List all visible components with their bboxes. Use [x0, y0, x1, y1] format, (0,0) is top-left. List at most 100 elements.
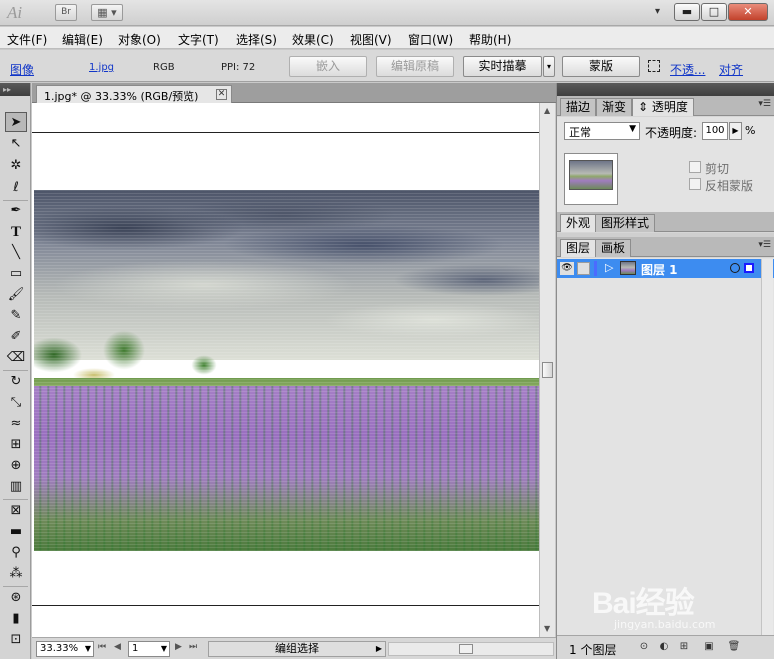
tools-panel-grip[interactable]: ▸▸ — [0, 83, 30, 96]
menu-file[interactable]: 文件(F) — [7, 31, 47, 48]
menu-select[interactable]: 选择(S) — [236, 31, 277, 48]
tab-layers[interactable]: 图层 — [560, 239, 597, 257]
layer-selection-indicator[interactable] — [744, 263, 754, 273]
current-tool-label: 编组选择 — [275, 642, 319, 655]
symbol-sprayer-tool-icon[interactable]: ⊛ — [5, 588, 27, 608]
type-tool-icon[interactable]: T — [5, 222, 27, 242]
new-sublayer-icon[interactable]: ⊞ — [677, 640, 691, 654]
scroll-up-icon[interactable]: ▲ — [544, 106, 550, 115]
expand-triangle-icon[interactable]: ▷ — [605, 261, 613, 274]
tab-transparency[interactable]: ⇕ 透明度 — [632, 98, 694, 116]
blend-mode-select[interactable]: 正常 ▼ — [564, 122, 640, 140]
artboard-canvas[interactable] — [32, 103, 539, 637]
layers-scrollbar[interactable] — [761, 259, 773, 635]
menu-effect[interactable]: 效果(C) — [292, 31, 334, 48]
gradient-tool-icon[interactable]: ▬ — [5, 522, 27, 542]
scroll-down-icon[interactable]: ▼ — [544, 624, 550, 633]
layers-panel-menu-icon[interactable]: ▾☰ — [758, 240, 771, 250]
horizontal-scrollbar[interactable] — [388, 642, 554, 656]
placed-image-lavender-field[interactable] — [34, 190, 539, 551]
mesh-tool-icon[interactable]: ⊠ — [5, 501, 27, 521]
menu-help[interactable]: 帮助(H) — [469, 31, 511, 48]
blend-tool-icon[interactable]: ⁂ — [5, 564, 27, 584]
tab-gradient[interactable]: 渐变 — [596, 98, 633, 116]
mask-button[interactable]: 蒙版 — [562, 56, 640, 77]
delete-layer-icon[interactable]: 🗑 — [727, 640, 741, 654]
transparency-panel-menu-icon[interactable]: ▾☰ — [758, 99, 771, 109]
eraser-tool-icon[interactable]: ⌫ — [5, 348, 27, 368]
invert-mask-checkbox[interactable] — [689, 178, 701, 190]
next-artboard-icon[interactable]: ▶ — [175, 642, 182, 652]
recolor-icon[interactable] — [648, 60, 660, 72]
tab-appearance[interactable]: 外观 — [560, 214, 597, 232]
warp-tool-icon[interactable]: ≈ — [5, 414, 27, 434]
graph-tool-icon[interactable]: ▥ — [5, 477, 27, 497]
vertical-scrollbar[interactable]: ▲ ▼ — [539, 103, 555, 637]
current-tool-status[interactable]: 编组选择 ▶ — [208, 641, 386, 657]
new-layer-icon[interactable]: ▣ — [702, 640, 716, 654]
eyedropper-tool-icon[interactable]: ⚲ — [5, 543, 27, 563]
document-tab-bar: 1.jpg* @ 33.33% (RGB/预览) ✕ — [32, 83, 556, 103]
panels-dock-grip[interactable] — [557, 83, 774, 96]
close-document-icon[interactable]: ✕ — [216, 89, 227, 100]
status-menu-icon[interactable]: ▶ — [376, 642, 382, 656]
object-type-link[interactable]: 图像 — [10, 61, 34, 78]
shape-builder-tool-icon[interactable]: ⊕ — [5, 456, 27, 476]
artboard-bottom-edge — [32, 605, 539, 606]
artboard-tool-icon[interactable]: ⊡ — [5, 630, 27, 650]
tab-stroke[interactable]: 描边 — [560, 98, 597, 116]
artboard-select[interactable]: 1 ▼ — [128, 641, 170, 657]
line-tool-icon[interactable]: ╲ — [5, 243, 27, 263]
pen-tool-icon[interactable]: ✒ — [5, 201, 27, 221]
layer-row[interactable]: 👁 ▷ 图层 1 — [557, 259, 774, 278]
maximize-button[interactable]: □ — [701, 3, 727, 21]
minimize-button[interactable]: ▬ — [674, 3, 700, 21]
tab-graphic-styles[interactable]: 图形样式 — [595, 214, 656, 232]
menu-view[interactable]: 视图(V) — [350, 31, 392, 48]
rotate-tool-icon[interactable]: ↻ — [5, 372, 27, 392]
menu-type[interactable]: 文字(T) — [178, 31, 219, 48]
locate-object-icon[interactable]: ⊙ — [637, 640, 651, 654]
opacity-slider-arrow[interactable]: ▶ — [729, 122, 742, 140]
live-trace-button[interactable]: 实时描摹 — [463, 56, 542, 77]
clip-checkbox[interactable] — [689, 161, 701, 173]
layer-name[interactable]: 图层 1 — [641, 261, 678, 278]
selection-tool-icon[interactable]: ➤ — [5, 112, 27, 132]
layer-target-icon[interactable] — [730, 263, 740, 273]
scale-tool-icon[interactable]: ⤡ — [5, 393, 27, 413]
workspace-switcher[interactable]: ▾ — [655, 6, 660, 17]
lock-toggle[interactable] — [577, 262, 590, 275]
linked-file-link[interactable]: 1.jpg — [89, 62, 114, 73]
magic-wand-tool-icon[interactable]: ✲ — [5, 156, 27, 176]
first-artboard-icon[interactable]: ⏮ — [98, 642, 106, 652]
arrange-documents-button[interactable]: ▦ ▾ — [91, 4, 123, 21]
rectangle-tool-icon[interactable]: ▭ — [5, 264, 27, 284]
vertical-scroll-thumb[interactable] — [542, 362, 553, 378]
previous-artboard-icon[interactable]: ◀ — [114, 642, 121, 652]
menu-edit[interactable]: 编辑(E) — [62, 31, 103, 48]
horizontal-scroll-thumb[interactable] — [459, 644, 473, 654]
lasso-tool-icon[interactable]: ℓ — [5, 178, 27, 198]
opacity-link[interactable]: 不透... — [670, 61, 705, 78]
menu-window[interactable]: 窗口(W) — [408, 31, 453, 48]
eye-icon[interactable]: 👁 — [560, 262, 574, 275]
column-graph-tool-icon[interactable]: ▮ — [5, 609, 27, 629]
live-trace-options-dropdown[interactable]: ▾ — [543, 56, 555, 77]
blob-brush-tool-icon[interactable]: ✐ — [5, 327, 27, 347]
paintbrush-tool-icon[interactable]: 🖌 — [5, 285, 27, 305]
free-transform-tool-icon[interactable]: ⊞ — [5, 435, 27, 455]
document-tab[interactable]: 1.jpg* @ 33.33% (RGB/预览) ✕ — [36, 85, 232, 103]
direct-selection-tool-icon[interactable]: ↖ — [5, 134, 27, 154]
opacity-input[interactable]: 100 — [702, 122, 728, 140]
align-link[interactable]: 对齐 — [719, 61, 743, 78]
menu-object[interactable]: 对象(O) — [118, 31, 161, 48]
last-artboard-icon[interactable]: ⏭ — [189, 642, 197, 652]
edit-original-button[interactable]: 编辑原稿 — [376, 56, 454, 77]
pencil-tool-icon[interactable]: ✎ — [5, 306, 27, 326]
embed-button[interactable]: 嵌入 — [289, 56, 367, 77]
bridge-button[interactable]: Br — [55, 4, 77, 21]
make-clipping-mask-icon[interactable]: ◐ — [657, 640, 671, 654]
zoom-select[interactable]: 33.33% ▼ — [36, 641, 94, 657]
tab-artboards[interactable]: 画板 — [595, 239, 632, 257]
close-button[interactable]: ✕ — [728, 3, 768, 21]
